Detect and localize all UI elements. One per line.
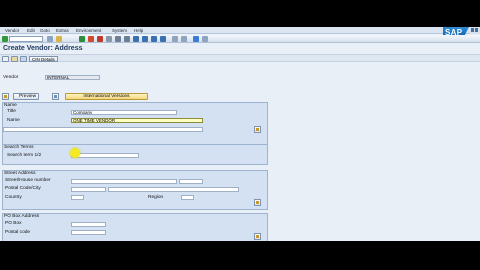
postal-code-field[interactable] [71,187,106,192]
po-box-field[interactable] [71,222,106,227]
name-label: Name [7,118,20,123]
last-page-icon[interactable] [160,36,166,42]
overview-icon[interactable] [20,56,27,62]
region-label: Region [148,195,164,200]
postal-city-label: Postal Code/City [5,186,41,191]
sap-window: Vendor Edit Goto Extras Environment Syst… [0,27,480,241]
title-value: Company [73,110,93,115]
po-box-label: PO Box [5,221,22,226]
cin-details-button[interactable]: CIN Details [29,56,58,62]
screen: Vendor Edit Goto Extras Environment Syst… [0,0,480,270]
search-term-field[interactable] [71,153,139,158]
expand-icon[interactable] [2,93,9,100]
search-terms-title: Search Terms [4,145,34,150]
city-field[interactable] [108,187,239,192]
exit-icon[interactable] [88,36,94,42]
preview-button[interactable]: Preview [13,93,40,100]
application-toolbar: CIN Details [0,54,480,62]
first-page-icon[interactable] [133,36,139,42]
help-icon[interactable] [193,36,199,42]
more-names-icon[interactable] [254,126,261,133]
more-address-icon[interactable] [254,199,261,206]
name-field-2[interactable] [3,127,203,132]
display-change-icon[interactable] [2,56,9,62]
menu-environment[interactable]: Environment [76,28,101,33]
page-title: Create Vendor: Address [3,45,83,52]
edit-icon[interactable] [52,93,59,100]
menu-edit[interactable]: Edit [27,28,35,33]
window-controls [470,27,480,34]
enter-icon[interactable] [2,36,8,42]
minimize-icon[interactable] [471,28,474,32]
street-field[interactable] [71,179,177,184]
international-versions-label: International Versions [83,94,130,99]
country-field[interactable] [71,195,84,200]
menu-system[interactable]: System [112,28,127,33]
find-icon[interactable] [115,36,121,42]
po-box-title: PO Box Address [4,214,40,219]
street-label: Street/House number [5,178,51,183]
pointer-highlight [70,148,80,158]
standard-toolbar [0,35,480,43]
menu-extras[interactable]: Extras [56,28,69,33]
title-field[interactable]: Company [71,110,177,115]
previous-page-icon[interactable] [142,36,148,42]
back-icon[interactable] [79,36,85,42]
po-postal-field[interactable] [71,230,106,235]
command-field[interactable] [9,36,43,42]
dropdown-icon[interactable] [47,36,53,42]
title-label: Title [7,109,16,114]
country-label: Country [5,195,22,200]
find-next-icon[interactable] [124,36,130,42]
print-icon[interactable] [106,36,112,42]
save-icon[interactable] [56,36,62,42]
menu-help[interactable]: Help [134,28,143,33]
close-icon[interactable] [475,28,478,32]
street-address-title: Street Address [4,171,36,176]
menu-vendor[interactable]: Vendor [5,28,19,33]
next-page-icon[interactable] [151,36,157,42]
name-field[interactable]: ONE TIME VENDOR [71,118,203,123]
international-versions-button[interactable]: International Versions [65,93,148,100]
layout-icon[interactable] [202,36,208,42]
shortcut-icon[interactable] [181,36,187,42]
preview-label: Preview [19,94,37,99]
other-vendor-icon[interactable] [11,56,18,62]
po-postal-label: Postal code [5,230,31,235]
new-session-icon[interactable] [172,36,178,42]
cancel-icon[interactable] [97,36,103,42]
search-term-label: Search term 1/2 [7,153,42,158]
menu-bar: Vendor Edit Goto Extras Environment Syst… [0,27,480,34]
menu-goto[interactable]: Goto [40,28,50,33]
po-box-group: PO Box Address [2,213,268,241]
vendor-field: INTERNAL [45,75,100,80]
house-number-field[interactable] [179,179,203,184]
more-po-box-icon[interactable] [254,233,261,240]
vendor-label: Vendor [3,75,19,80]
region-field[interactable] [181,195,194,200]
